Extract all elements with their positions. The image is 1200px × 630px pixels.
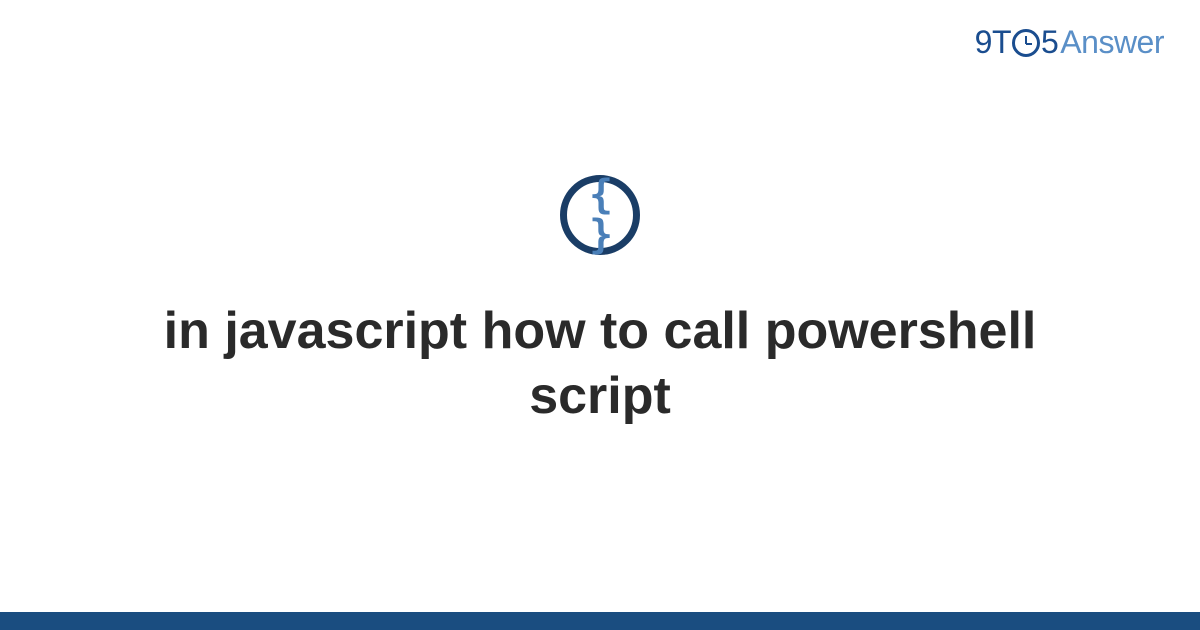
logo-9t: 9T	[975, 24, 1011, 61]
main-content: { } in javascript how to call powershell…	[0, 175, 1200, 429]
logo-5: 5	[1041, 24, 1058, 61]
question-title: in javascript how to call powershell scr…	[150, 299, 1050, 429]
logo-answer: Answer	[1060, 24, 1164, 61]
clock-icon	[1012, 29, 1040, 57]
site-logo: 9T 5 Answer	[975, 24, 1164, 61]
code-braces-icon: { }	[560, 175, 640, 255]
braces-glyph: { }	[567, 175, 633, 255]
footer-accent-bar	[0, 612, 1200, 630]
